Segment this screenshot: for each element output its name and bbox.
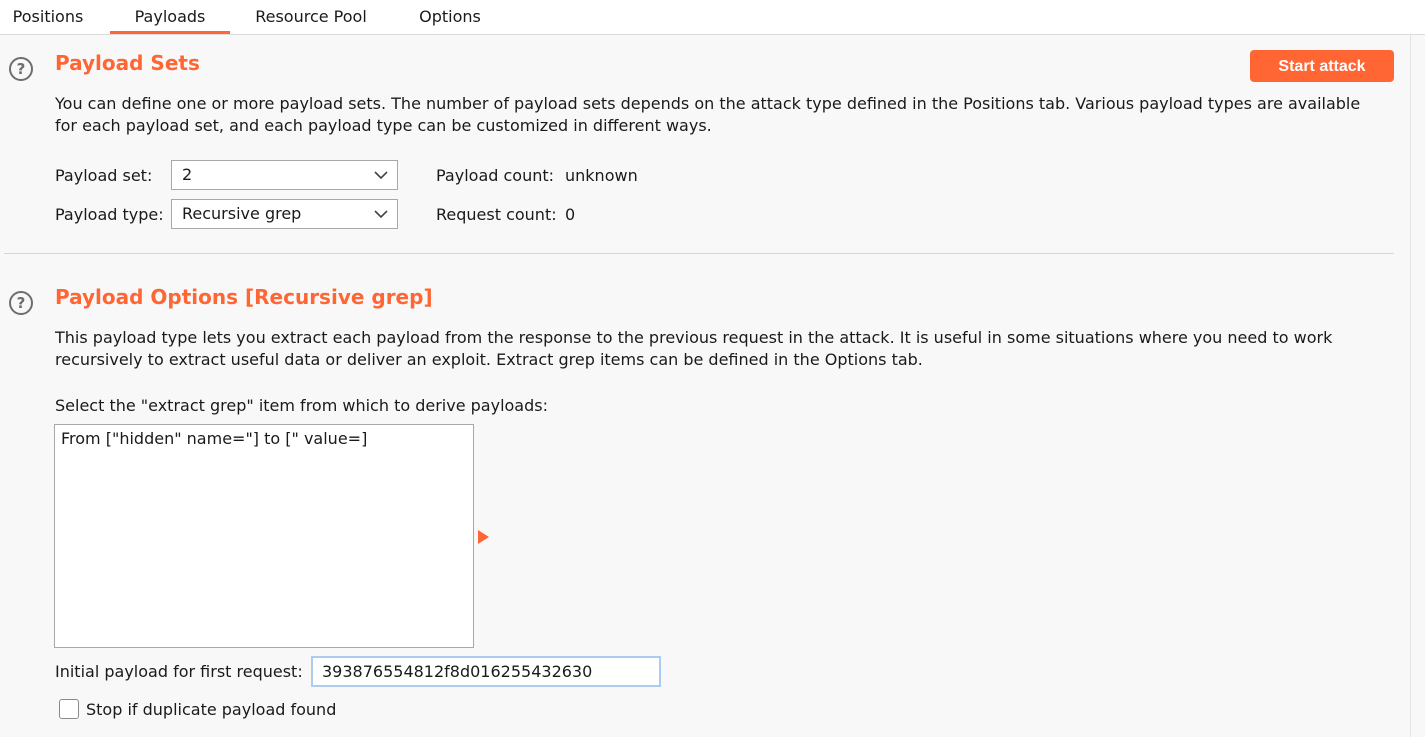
initial-payload-label: Initial payload for first request: <box>55 662 303 681</box>
section-divider <box>4 253 1394 254</box>
payload-type-value: Recursive grep <box>182 204 302 223</box>
extract-grep-list[interactable]: From ["hidden" name="] to [" value=] <box>54 424 474 648</box>
tab-resource-pool[interactable]: Resource Pool <box>240 0 382 34</box>
request-count-label: Request count: <box>436 205 557 224</box>
start-attack-button[interactable]: Start attack <box>1250 50 1394 82</box>
vertical-scrollbar[interactable] <box>1410 35 1425 737</box>
payload-options-heading: Payload Options [Recursive grep] <box>55 285 433 309</box>
payload-type-label: Payload type: <box>55 205 164 224</box>
chevron-down-icon <box>374 210 388 219</box>
tab-positions[interactable]: Positions <box>0 0 96 34</box>
payload-options-description-line-1: This payload type lets you extract each … <box>55 328 1333 347</box>
payload-count-value: unknown <box>565 166 638 185</box>
tab-bar: Positions Payloads Resource Pool Options <box>0 0 1425 35</box>
tab-payloads[interactable]: Payloads <box>110 0 230 34</box>
payload-type-select[interactable]: Recursive grep <box>171 199 398 229</box>
payload-set-select[interactable]: 2 <box>171 160 398 190</box>
initial-payload-input[interactable] <box>311 656 661 687</box>
play-arrow-icon[interactable] <box>478 530 489 544</box>
chevron-down-icon <box>374 171 388 180</box>
payload-options-description-line-2: recursively to extract useful data or de… <box>55 350 923 369</box>
payload-count-label: Payload count: <box>436 166 555 185</box>
payload-sets-description-line-2: for each payload set, and each payload t… <box>55 116 712 135</box>
payload-set-value: 2 <box>182 165 193 184</box>
payload-sets-heading: Payload Sets <box>55 51 200 75</box>
payload-set-label: Payload set: <box>55 166 153 185</box>
stop-duplicate-checkbox[interactable] <box>59 699 79 719</box>
stop-duplicate-label: Stop if duplicate payload found <box>86 700 337 719</box>
request-count-value: 0 <box>565 205 576 224</box>
list-item[interactable]: From ["hidden" name="] to [" value=] <box>55 425 473 451</box>
payload-sets-description-line-1: You can define one or more payload sets.… <box>55 94 1361 113</box>
help-circle-icon[interactable]: ? <box>9 57 33 81</box>
help-circle-icon[interactable]: ? <box>9 291 33 315</box>
tab-options[interactable]: Options <box>400 0 500 34</box>
extract-grep-select-label: Select the "extract grep" item from whic… <box>55 396 548 415</box>
